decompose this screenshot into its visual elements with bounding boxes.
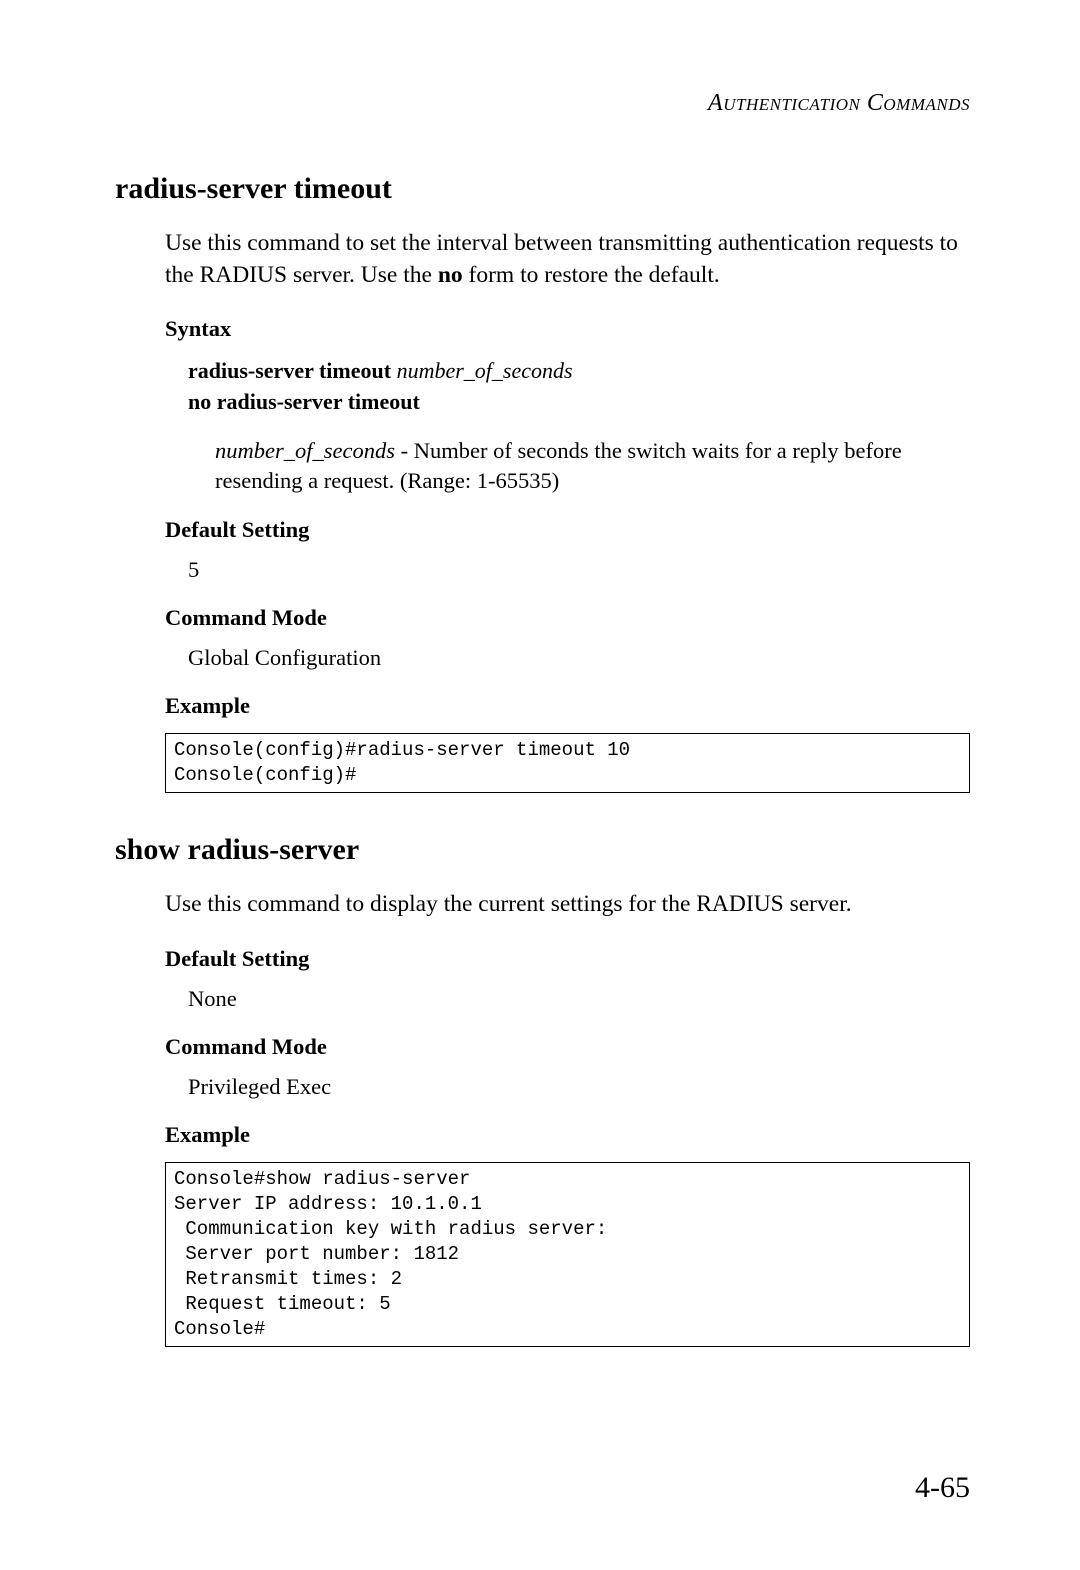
syntax-heading: Syntax	[165, 316, 970, 342]
intro-paragraph: Use this command to set the interval bet…	[165, 228, 970, 291]
section-title-radius-server-timeout: radius-server timeout	[115, 172, 970, 206]
default-setting-value: 5	[188, 557, 970, 583]
syntax-param: number_of_seconds	[397, 358, 573, 383]
example-heading-2: Example	[165, 1122, 970, 1148]
section-title-show-radius-server: show radius-server	[115, 833, 970, 867]
param-sep: -	[395, 438, 414, 463]
example-heading: Example	[165, 693, 970, 719]
page-number: 4-65	[915, 1471, 970, 1505]
default-setting-value-2: None	[188, 986, 970, 1012]
default-setting-heading: Default Setting	[165, 517, 970, 543]
default-setting-heading-2: Default Setting	[165, 946, 970, 972]
command-mode-heading-2: Command Mode	[165, 1034, 970, 1060]
example-code-block-1: Console(config)#radius-server timeout 10…	[165, 733, 970, 793]
intro-text-after: form to restore the default.	[463, 262, 720, 288]
running-header: Authentication Commands	[115, 90, 970, 117]
syntax-command: radius-server timeout	[188, 358, 397, 383]
param-description: number_of_seconds - Number of seconds th…	[215, 436, 970, 497]
intro-paragraph-2: Use this command to display the current …	[165, 889, 970, 921]
example-code-block-2: Console#show radius-server Server IP add…	[165, 1162, 970, 1348]
intro-bold-no: no	[438, 262, 463, 288]
syntax-block: radius-server timeout number_of_seconds …	[188, 356, 970, 418]
command-mode-heading: Command Mode	[165, 605, 970, 631]
command-mode-value: Global Configuration	[188, 645, 970, 671]
param-name: number_of_seconds	[215, 438, 395, 463]
syntax-no-command: no radius-server timeout	[188, 389, 420, 414]
command-mode-value-2: Privileged Exec	[188, 1074, 970, 1100]
